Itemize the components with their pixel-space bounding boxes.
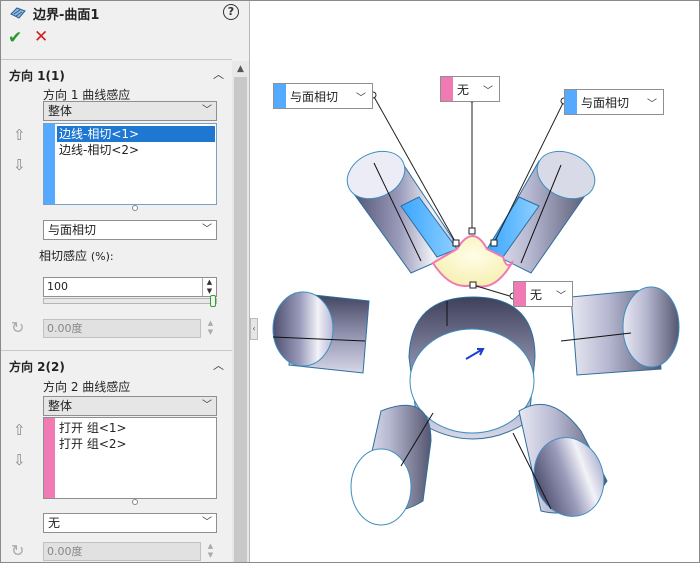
callout-text: 无 [457,83,470,97]
callout-color-strip [514,282,526,306]
direction2-tangent-type-select[interactable]: 无 ﹀ [43,513,217,533]
direction1-angle-value: 0.00度 [47,322,83,335]
tangent-influence-text: 相切感应 [39,249,88,263]
direction1-angle-field: 0.00度 [43,319,201,338]
list-item[interactable]: 打开 组<2> [57,436,127,452]
callout-direction2-first[interactable]: 无 ﹀ [440,76,500,102]
property-manager-panel: 边界-曲面1 ? ✔ ✕ 方向 1(1) ︿ 方向 1 曲线感应 整体 ﹀ 边线… [1,1,250,562]
list-item[interactable]: 边线-相切<2> [57,142,139,158]
direction2-tangent-type-value: 无 [48,516,61,530]
center-cylinder[interactable] [408,296,536,440]
tangent-influence-unit: (%): [90,250,114,263]
direction1-curves-list[interactable]: 边线-相切<1> 边线-相切<2> [43,123,217,205]
callout-direction2-second[interactable]: 无 ﹀ [513,281,573,307]
move-up-icon[interactable]: ⇧ [13,421,26,439]
panel-title: 边界-曲面1 [33,8,100,23]
rotate-icon: ↻ [11,318,25,337]
direction2-header[interactable]: 方向 2(2) [9,358,65,375]
callout-color-strip [565,90,577,114]
chevron-down-icon: ﹀ [202,224,212,235]
tangent-influence-slider[interactable] [43,295,217,307]
spin-buttons[interactable]: ▲ ▼ [202,278,216,296]
move-up-icon[interactable]: ⇧ [13,126,26,144]
callout-text: 与面相切 [290,90,339,104]
ok-button[interactable]: ✔ [8,29,26,47]
right-upper-cylinder[interactable] [486,142,602,274]
lower-left-cylinder[interactable] [350,404,434,526]
move-down-icon[interactable]: ⇩ [13,451,26,469]
chevron-up-icon[interactable]: ︿ [213,66,224,82]
list-resize-handle[interactable] [132,499,138,505]
panel-scrollbar[interactable]: ▲ [232,61,249,562]
callout-color-strip [441,77,453,101]
chevron-down-icon: ﹀ [202,400,212,411]
chevron-down-icon: ﹀ [202,105,212,116]
scroll-thumb[interactable] [234,77,247,562]
tangent-influence-value: 100 [47,280,68,293]
direction2-curve-label: 方向 2 曲线感应 [43,380,131,394]
callout-color-strip [274,84,286,108]
direction2-color-strip [44,418,55,498]
move-down-icon[interactable]: ⇩ [13,156,26,174]
left-middle-cylinder[interactable] [272,291,370,374]
direction1-tangent-type-value: 与面相切 [48,223,97,237]
tangent-influence-input[interactable]: 100 ▲ ▼ [43,277,217,297]
chevron-down-icon: ﹀ [556,291,566,302]
direction2-angle-value: 0.00度 [47,545,83,558]
callout-text: 无 [530,288,543,302]
chevron-down-icon: ﹀ [483,86,493,97]
direction1-header[interactable]: 方向 1(1) [9,67,65,84]
callout-text: 与面相切 [581,96,630,110]
direction1-color-strip [44,124,55,204]
chevron-up-icon[interactable]: ︿ [213,357,224,373]
list-resize-handle[interactable] [132,205,138,211]
help-icon[interactable]: ? [223,4,239,20]
callout-direction1-first[interactable]: 与面相切 ﹀ [273,83,373,109]
right-middle-cylinder[interactable] [560,286,680,376]
direction2-curve-mode-value: 整体 [48,399,73,413]
slider-thumb[interactable] [210,295,216,307]
direction1-tangent-type-select[interactable]: 与面相切 ﹀ [43,220,217,240]
scroll-up-icon[interactable]: ▲ [232,61,249,77]
direction2-curve-mode-select[interactable]: 整体 ﹀ [43,396,217,416]
spin-buttons: ▲ ▼ [207,319,214,336]
list-item[interactable]: 边线-相切<1> [57,126,215,142]
rotate-icon: ↻ [11,541,25,560]
direction1-curve-mode-value: 整体 [48,104,73,118]
left-upper-cylinder[interactable] [340,142,462,274]
chevron-down-icon: ﹀ [647,99,657,110]
direction1-curve-mode-select[interactable]: 整体 ﹀ [43,101,217,121]
chevron-down-icon: ﹀ [356,93,366,104]
lower-right-cylinder[interactable] [512,403,615,526]
list-item[interactable]: 打开 组<1> [57,420,127,436]
divider [1,350,232,351]
graphics-viewport[interactable]: 与面相切 ﹀ 无 ﹀ 与面相切 ﹀ 无 ﹀ [251,1,699,562]
title-bar: 边界-曲面1 ? [1,1,249,25]
boundary-surface-icon [10,7,26,19]
direction2-curves-list[interactable]: 打开 组<1> 打开 组<2> [43,417,217,499]
tangent-influence-label: 相切感应 (%): [39,247,114,264]
spin-buttons: ▲ ▼ [207,542,214,559]
callout-direction1-second[interactable]: 与面相切 ﹀ [564,89,664,115]
divider [1,59,232,60]
cancel-button[interactable]: ✕ [34,28,52,46]
direction2-angle-field: 0.00度 [43,542,201,561]
chevron-down-icon: ﹀ [202,517,212,528]
